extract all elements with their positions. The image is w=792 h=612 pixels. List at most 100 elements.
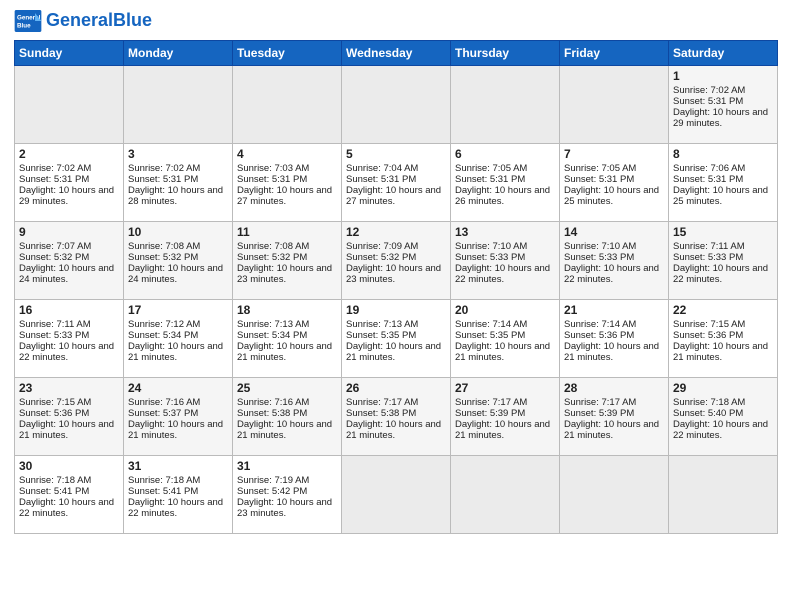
sunset-label: Sunset: 5:31 PM: [237, 174, 307, 185]
sunset-label: Sunset: 5:39 PM: [564, 408, 634, 419]
sunset-label: Sunset: 5:31 PM: [673, 174, 743, 185]
calendar-week-row: 16 Sunrise: 7:11 AMSunset: 5:33 PM Dayligh…: [15, 300, 778, 378]
calendar-cell: 31Sunrise: 7:19 AMSunset: 5:42 PMDayligh…: [233, 456, 342, 534]
daylight-label: Daylight: 10 hours and 21 minutes.: [237, 341, 332, 363]
sunrise-label: Sunrise: 7:17 AM: [564, 397, 636, 408]
sunrise-label: Sunrise: 7:11 AM: [673, 241, 745, 252]
sunrise-label: Sunrise: 7:18 AM: [19, 475, 91, 486]
day-number: 6: [455, 147, 555, 161]
calendar-cell: 26Sunrise: 7:17 AMSunset: 5:38 PMDayligh…: [342, 378, 451, 456]
sunset-label: Sunset: 5:36 PM: [564, 330, 634, 341]
daylight-label: Daylight: 10 hours and 25 minutes.: [673, 185, 768, 207]
sunrise-label: Sunrise: 7:17 AM: [455, 397, 527, 408]
daylight-label: Daylight: 10 hours and 25 minutes.: [564, 185, 659, 207]
daylight-label: Daylight: 10 hours and 23 minutes.: [237, 497, 332, 519]
sunset-label: Sunset: 5:36 PM: [19, 408, 89, 419]
calendar-cell: 4Sunrise: 7:03 AMSunset: 5:31 PMDaylight…: [233, 144, 342, 222]
day-number: 16: [19, 303, 119, 317]
day-number: 3: [128, 147, 228, 161]
day-number: 14: [564, 225, 664, 239]
calendar-cell: 17Sunrise: 7:12 AMSunset: 5:34 PMDayligh…: [124, 300, 233, 378]
sunrise-label: Sunrise: 7:04 AM: [346, 163, 418, 174]
sunset-label: Sunset: 5:32 PM: [128, 252, 198, 263]
calendar-cell: 23Sunrise: 7:15 AMSunset: 5:36 PMDayligh…: [15, 378, 124, 456]
day-number: 11: [237, 225, 337, 239]
day-number: 10: [128, 225, 228, 239]
day-number: 22: [673, 303, 773, 317]
daylight-label: Daylight: 10 hours and 24 minutes.: [19, 263, 114, 285]
calendar-cell: 22Sunrise: 7:15 AMSunset: 5:36 PMDayligh…: [669, 300, 778, 378]
sunrise-label: Sunrise: 7:11 AM: [19, 319, 91, 330]
calendar-cell: 25Sunrise: 7:16 AMSunset: 5:38 PMDayligh…: [233, 378, 342, 456]
daylight-label: Daylight: 10 hours and 26 minutes.: [455, 185, 550, 207]
calendar-cell: 29Sunrise: 7:18 AMSunset: 5:40 PMDayligh…: [669, 378, 778, 456]
calendar-cell: 2Sunrise: 7:02 AMSunset: 5:31 PMDaylight…: [15, 144, 124, 222]
sunset-label: Sunset: 5:40 PM: [673, 408, 743, 419]
day-number: 17: [128, 303, 228, 317]
daylight-label: Daylight: 10 hours and 22 minutes.: [19, 497, 114, 519]
calendar-cell: 11Sunrise: 7:08 AMSunset: 5:32 PMDayligh…: [233, 222, 342, 300]
calendar-cell: 20Sunrise: 7:14 AMSunset: 5:35 PMDayligh…: [451, 300, 560, 378]
calendar-cell: [451, 456, 560, 534]
calendar-cell: 31Sunrise: 7:18 AMSunset: 5:41 PMDayligh…: [124, 456, 233, 534]
col-wednesday: Wednesday: [342, 41, 451, 66]
sunset-label: Sunset: 5:41 PM: [19, 486, 89, 497]
sunset-label: Sunset: 5:41 PM: [128, 486, 198, 497]
calendar-week-row: 30Sunrise: 7:18 AMSunset: 5:41 PMDayligh…: [15, 456, 778, 534]
calendar-cell: [15, 66, 124, 144]
sunset-label: Sunset: 5:31 PM: [564, 174, 634, 185]
col-saturday: Saturday: [669, 41, 778, 66]
sunrise-label: Sunrise: 7:16 AM: [128, 397, 200, 408]
sunrise-label: Sunrise: 7:05 AM: [564, 163, 636, 174]
sunrise-label: Sunrise: 7:18 AM: [673, 397, 745, 408]
sunset-label: Sunset: 5:42 PM: [237, 486, 307, 497]
daylight-label: Daylight: 10 hours and 21 minutes.: [564, 341, 659, 363]
sunset-label: Sunset: 5:38 PM: [346, 408, 416, 419]
calendar-header: Sunday Monday Tuesday Wednesday Thursday…: [15, 41, 778, 66]
day-number: 2: [19, 147, 119, 161]
sunrise-label: Sunrise: 7:08 AM: [128, 241, 200, 252]
col-friday: Friday: [560, 41, 669, 66]
calendar-cell: [342, 456, 451, 534]
daylight-label: Daylight: 10 hours and 21 minutes.: [128, 341, 223, 363]
calendar-cell: [342, 66, 451, 144]
day-number: 7: [564, 147, 664, 161]
logo: General Blue GeneralBlue: [14, 10, 152, 32]
sunrise-label: Sunrise: 7:07 AM: [19, 241, 91, 252]
day-number: 15: [673, 225, 773, 239]
daylight-label: Daylight: 10 hours and 21 minutes.: [673, 341, 768, 363]
calendar-week-row: 2Sunrise: 7:02 AMSunset: 5:31 PMDaylight…: [15, 144, 778, 222]
col-thursday: Thursday: [451, 41, 560, 66]
logo-icon: General Blue: [14, 10, 42, 32]
sunrise-label: Sunrise: 7:09 AM: [346, 241, 418, 252]
calendar-cell: 14Sunrise: 7:10 AMSunset: 5:33 PMDayligh…: [560, 222, 669, 300]
sunrise-label: Sunrise: 7:02 AM: [673, 85, 745, 96]
day-number: 20: [455, 303, 555, 317]
sunset-label: Sunset: 5:31 PM: [19, 174, 89, 185]
sunrise-label: Sunrise: 7:03 AM: [237, 163, 309, 174]
col-tuesday: Tuesday: [233, 41, 342, 66]
calendar-cell: 24Sunrise: 7:16 AMSunset: 5:37 PMDayligh…: [124, 378, 233, 456]
sunset-label: Sunset: 5:36 PM: [673, 330, 743, 341]
sunset-label: Sunset: 5:35 PM: [346, 330, 416, 341]
sunset-label: Sunset: 5:31 PM: [128, 174, 198, 185]
daylight-label: Daylight: 10 hours and 21 minutes.: [19, 419, 114, 441]
calendar-cell: 1Sunrise: 7:02 AMSunset: 5:31 PMDaylight…: [669, 66, 778, 144]
sunset-label: Sunset: 5:33 PM: [19, 330, 89, 341]
calendar-cell: 7 Sunrise: 7:05 AMSunset: 5:31 PMDaylight…: [560, 144, 669, 222]
col-monday: Monday: [124, 41, 233, 66]
sunset-label: Sunset: 5:37 PM: [128, 408, 198, 419]
sunset-label: Sunset: 5:34 PM: [128, 330, 198, 341]
sunrise-label: Sunrise: 7:18 AM: [128, 475, 200, 486]
daylight-label: Daylight: 10 hours and 29 minutes.: [673, 107, 768, 129]
calendar-cell: 18Sunrise: 7:13 AMSunset: 5:34 PMDayligh…: [233, 300, 342, 378]
logo-general: General: [46, 10, 113, 30]
calendar-week-row: 23Sunrise: 7:15 AMSunset: 5:36 PMDayligh…: [15, 378, 778, 456]
daylight-label: Daylight: 10 hours and 22 minutes.: [673, 419, 768, 441]
sunset-label: Sunset: 5:31 PM: [455, 174, 525, 185]
daylight-label: Daylight: 10 hours and 22 minutes.: [673, 263, 768, 285]
day-number: 28: [564, 381, 664, 395]
day-number: 25: [237, 381, 337, 395]
sunset-label: Sunset: 5:32 PM: [237, 252, 307, 263]
calendar-body: 1Sunrise: 7:02 AMSunset: 5:31 PMDaylight…: [15, 66, 778, 534]
